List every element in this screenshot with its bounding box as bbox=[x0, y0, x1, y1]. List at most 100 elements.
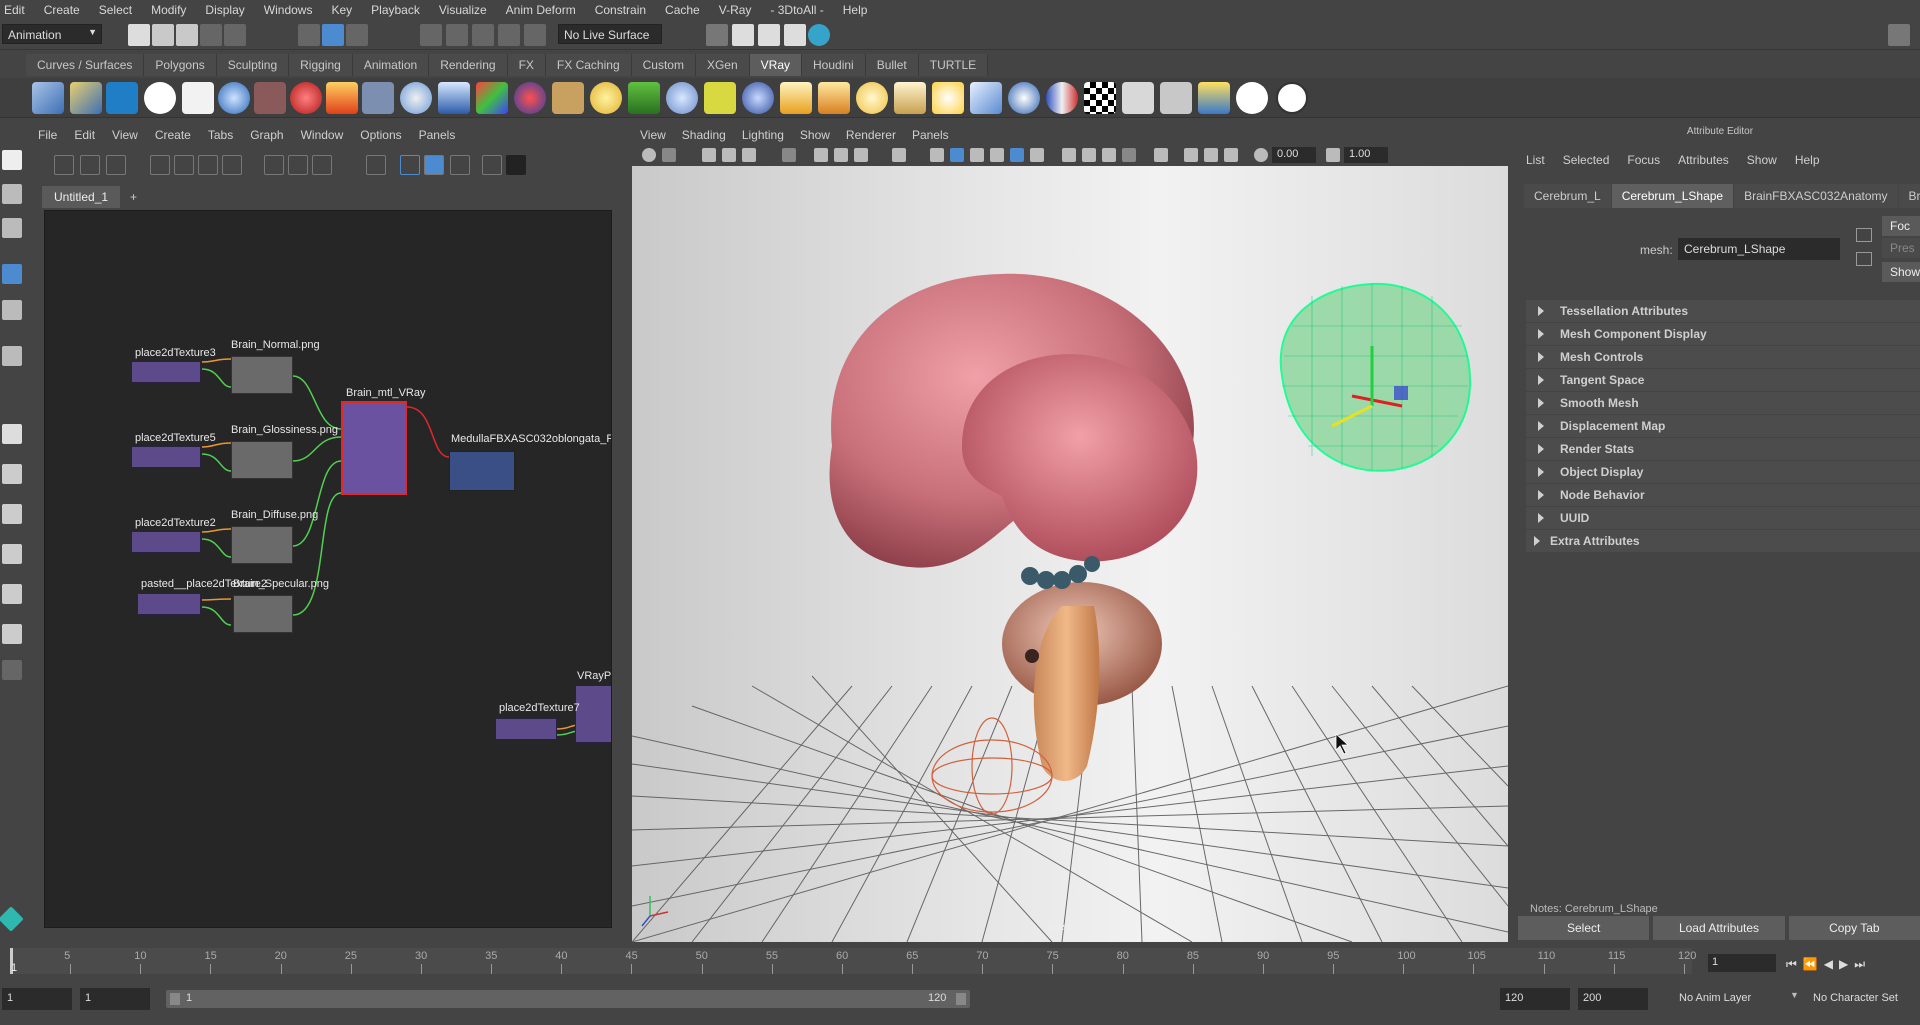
scale-tool-icon[interactable] bbox=[2, 346, 22, 366]
hs-menu-graph[interactable]: Graph bbox=[250, 128, 283, 142]
section-smooth-mesh[interactable]: Smooth Mesh bbox=[1526, 392, 1920, 414]
ae-menu-help[interactable]: Help bbox=[1795, 153, 1820, 167]
node-brain-normal[interactable] bbox=[231, 356, 293, 394]
render-frame-icon[interactable] bbox=[758, 24, 780, 46]
vray-fire-icon[interactable] bbox=[326, 82, 358, 114]
show-button[interactable]: Show bbox=[1882, 262, 1920, 282]
snap-point-icon[interactable] bbox=[472, 24, 494, 46]
shelf-tab-houdini[interactable]: Houdini bbox=[802, 54, 866, 76]
start-time-field[interactable]: 1 bbox=[2, 988, 72, 1010]
go-to-start-icon[interactable]: ⏮ bbox=[1786, 957, 1803, 971]
node-place2dtexture3[interactable] bbox=[131, 361, 201, 383]
vray-document-icon[interactable] bbox=[182, 82, 214, 114]
gamma-field[interactable]: 1.00 bbox=[1344, 147, 1388, 163]
vray-vfb-settings-icon[interactable] bbox=[1160, 82, 1192, 114]
hs-tab-untitled[interactable]: Untitled_1 bbox=[42, 186, 121, 208]
section-node-behavior[interactable]: Node Behavior bbox=[1526, 484, 1920, 506]
menu-edit[interactable]: Edit bbox=[4, 3, 25, 17]
ae-tab-cerebrum-l[interactable]: Cerebrum_L bbox=[1524, 184, 1611, 208]
select-arrow-icon[interactable] bbox=[2, 150, 22, 170]
select-component-icon[interactable] bbox=[346, 24, 368, 46]
section-uuid[interactable]: UUID bbox=[1526, 507, 1920, 529]
vray-sunlight-icon[interactable] bbox=[932, 82, 964, 114]
playback-end-field[interactable]: 120 bbox=[1500, 988, 1570, 1010]
hs-menu-window[interactable]: Window bbox=[301, 128, 344, 142]
vp-menu-shading[interactable]: Shading bbox=[682, 128, 726, 142]
layout-outliner-icon[interactable] bbox=[2, 544, 22, 564]
vp-menu-panels[interactable]: Panels bbox=[912, 128, 949, 142]
vp-menu-show[interactable]: Show bbox=[800, 128, 830, 142]
range-bar[interactable] bbox=[166, 990, 970, 1008]
snap-view-plane-icon[interactable] bbox=[498, 24, 520, 46]
copy-tab-button[interactable]: Copy Tab bbox=[1788, 916, 1920, 940]
hs-swatch-icon[interactable] bbox=[366, 155, 386, 175]
undo-icon[interactable] bbox=[200, 24, 222, 46]
smooth-shade-icon[interactable] bbox=[950, 148, 964, 162]
menu-vray[interactable]: V-Ray bbox=[719, 3, 752, 17]
image-plane-icon[interactable] bbox=[722, 148, 736, 162]
node-place2dtexture2[interactable] bbox=[131, 531, 201, 553]
rotate-tool-icon[interactable] bbox=[2, 300, 22, 320]
grid-toggle-icon[interactable] bbox=[814, 148, 828, 162]
resolution-gate-icon[interactable] bbox=[854, 148, 868, 162]
shelf-tab-fx[interactable]: FX bbox=[507, 54, 546, 76]
character-set-dropdown[interactable]: No Character Set bbox=[1808, 988, 1920, 1010]
hs-connected-view-icon[interactable] bbox=[288, 155, 308, 175]
play-forward-icon[interactable]: ▶ bbox=[1839, 957, 1854, 971]
menu-3dtoall[interactable]: - 3DtoAll - bbox=[770, 3, 823, 17]
hs-simple-view-icon[interactable] bbox=[264, 155, 284, 175]
layout-four-icon[interactable] bbox=[2, 464, 22, 484]
vray-fur-icon[interactable] bbox=[628, 82, 660, 114]
vray-logo-icon[interactable] bbox=[144, 82, 176, 114]
textured-icon[interactable] bbox=[990, 148, 1004, 162]
node-place2dtexture5[interactable] bbox=[131, 446, 201, 468]
menu-key[interactable]: Key bbox=[331, 3, 352, 17]
shelf-tab-rendering[interactable]: Rendering bbox=[429, 54, 508, 76]
select-tool-icon[interactable] bbox=[298, 24, 320, 46]
shadows-icon[interactable] bbox=[1030, 148, 1044, 162]
hs-full-view-icon[interactable] bbox=[312, 155, 332, 175]
render-settings-icon[interactable] bbox=[706, 24, 728, 46]
vray-rect-light-icon[interactable] bbox=[970, 82, 1002, 114]
hs-graph-input-icon[interactable] bbox=[54, 155, 74, 175]
vray-stack-light-icon[interactable] bbox=[70, 82, 102, 114]
grease-pencil-icon[interactable] bbox=[782, 148, 796, 162]
two-d-pan-icon[interactable] bbox=[742, 148, 756, 162]
ae-menu-list[interactable]: List bbox=[1526, 153, 1545, 167]
vray-omni-light-icon[interactable] bbox=[856, 82, 888, 114]
vray-frame-buffer-icon[interactable] bbox=[106, 82, 138, 114]
new-scene-icon[interactable] bbox=[128, 24, 150, 46]
vray-sun-icon[interactable] bbox=[438, 82, 470, 114]
paint-select-icon[interactable] bbox=[2, 218, 22, 238]
field-chart-icon[interactable] bbox=[892, 148, 906, 162]
range-start-handle[interactable] bbox=[170, 993, 180, 1005]
vray-env-sphere-icon[interactable] bbox=[1008, 82, 1040, 114]
snap-curve-icon[interactable] bbox=[446, 24, 468, 46]
vray-camera-icon[interactable] bbox=[254, 82, 286, 114]
vray-curve-icon[interactable] bbox=[704, 82, 736, 114]
node-brain-glossiness[interactable] bbox=[231, 441, 293, 479]
section-tessellation[interactable]: Tessellation Attributes bbox=[1526, 300, 1920, 322]
bookmark-icon[interactable] bbox=[702, 148, 716, 162]
hs-refresh-icon[interactable] bbox=[482, 155, 502, 175]
layout-side-icon[interactable] bbox=[2, 504, 22, 524]
section-displacement-map[interactable]: Displacement Map bbox=[1526, 415, 1920, 437]
menuset-dropdown[interactable]: Animation ▼ bbox=[2, 24, 102, 44]
ipr-render-icon[interactable] bbox=[784, 24, 806, 46]
shelf-tab-animation[interactable]: Animation bbox=[352, 54, 430, 76]
live-surface-field[interactable]: No Live Surface bbox=[558, 24, 662, 44]
hs-menu-file[interactable]: File bbox=[38, 128, 57, 142]
xray-icon[interactable] bbox=[1184, 148, 1198, 162]
wireframe-on-shaded-icon[interactable] bbox=[970, 148, 984, 162]
shelf-tab-fx-caching[interactable]: FX Caching bbox=[545, 54, 632, 76]
vray-light-lister-icon[interactable] bbox=[1198, 82, 1230, 114]
shelf-tab-curves-surfaces[interactable]: Curves / Surfaces bbox=[26, 54, 145, 76]
current-frame-field[interactable]: 1 bbox=[1708, 954, 1776, 972]
ambient-occlusion-icon[interactable] bbox=[1062, 148, 1076, 162]
vray-dome-icon[interactable] bbox=[400, 82, 432, 114]
vp-menu-renderer[interactable]: Renderer bbox=[846, 128, 896, 142]
vray-render-elements-icon[interactable] bbox=[1122, 82, 1154, 114]
select-object-icon[interactable] bbox=[322, 24, 344, 46]
film-gate-icon[interactable] bbox=[834, 148, 848, 162]
xray-joints-icon[interactable] bbox=[1204, 148, 1218, 162]
